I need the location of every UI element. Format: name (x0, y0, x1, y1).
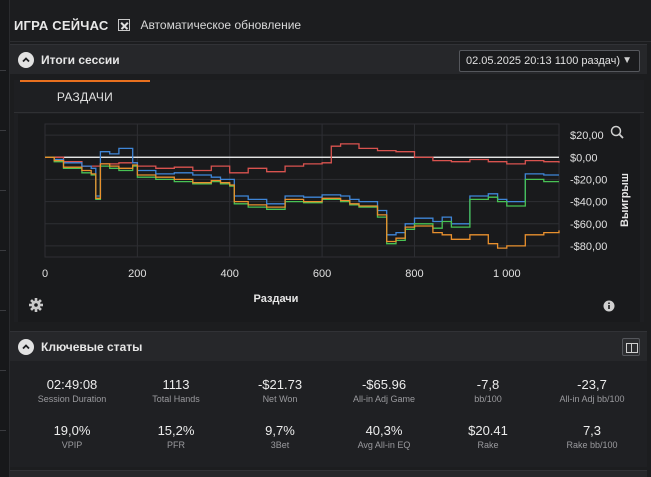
session-select[interactable]: 02.05.2025 20:13 1100 раздач) ▼ (459, 50, 640, 72)
stat-rake-bb-100: 7,3 Rake bb/100 (566, 423, 618, 450)
key-stats-panel: 02:49:08 Session Duration 1113 Total Han… (10, 361, 647, 467)
gear-icon[interactable] (29, 298, 43, 312)
collapse-stats-button[interactable] (18, 338, 34, 355)
info-icon[interactable] (603, 300, 615, 312)
stat-net-won: -$21.73 Net Won (257, 377, 303, 404)
stat-3bet: 9,7% 3Bet (265, 423, 295, 450)
session-results-header: Итоги сессии 02.05.2025 20:13 1100 разда… (10, 44, 647, 74)
chart-panel: РАЗДАЧИ $20,00 $0,00 -$20,00 -$40,00 -$60,00… (14, 80, 644, 322)
y-tick-label: $20,00 (570, 130, 604, 142)
tab-divider (14, 112, 644, 113)
session-results-title: Итоги сессии (41, 52, 120, 67)
tab-hands[interactable]: РАЗДАЧИ (20, 80, 150, 112)
winnings-chart[interactable]: $20,00$0,00-$20,00-$40,00-$60,00-$80,00 … (18, 114, 640, 322)
stat-allin-adj-bb-100: -23,7 All-in Adj bb/100 (559, 377, 625, 404)
chevron-down-icon: ▼ (622, 55, 632, 66)
key-stats-header: Ключевые статы (10, 331, 647, 361)
y-tick-label: -$40,00 (570, 197, 607, 209)
chart-area: $20,00 $0,00 -$20,00 -$40,00 -$60,00 -$80,00 … (18, 114, 640, 322)
stat-pfr: 15,2% PFR (157, 423, 195, 450)
y-tick-label: -$60,00 (570, 219, 607, 231)
stat-total-hands: 1113 Total Hands (152, 377, 200, 404)
y-tick-labels: $20,00 $0,00 -$20,00 -$40,00 -$60,00 -$80,00 (570, 130, 607, 253)
chart-series (45, 143, 560, 249)
series-line-2 (45, 147, 559, 236)
plot-frame (44, 123, 560, 258)
x-tick-label: 400 (221, 268, 239, 280)
chart-grid (44, 123, 560, 258)
y-axis-label: Выигрыш (619, 173, 631, 227)
x-axis-label: Раздачи (254, 293, 299, 305)
key-stats-title: Ключевые статы (41, 339, 143, 354)
collapse-session-button[interactable] (18, 51, 34, 68)
x-tick-label: 200 (128, 268, 146, 280)
stat-rake: $20.41 Rake (468, 423, 508, 450)
page-title: ИГРА СЕЙЧАС (14, 17, 109, 33)
layout-toggle-button[interactable] (622, 338, 640, 356)
stat-bb-100: -7,8 bb/100 (474, 377, 502, 404)
header-divider (10, 41, 651, 42)
stat-allin-adj-game: -$65.96 All-in Adj Game (352, 377, 416, 404)
left-edge-panel (0, 0, 10, 477)
stat-avg-allin-eq: 40,3% Avg All-in EQ (357, 423, 411, 450)
series-line-3 (45, 156, 559, 245)
x-tick-label: 0 (42, 268, 48, 280)
chevron-up-icon (22, 56, 30, 62)
stat-session-duration: 02:49:08 Session Duration (37, 377, 107, 404)
y-tick-label: $0,00 (570, 152, 598, 164)
x-tick-label: 1 000 (493, 268, 521, 280)
tab-hands-label: РАЗДАЧИ (56, 90, 114, 104)
x-tick-label: 800 (405, 268, 423, 280)
x-tick-label: 600 (313, 268, 331, 280)
zoom-icon[interactable] (610, 125, 624, 139)
next-section-header (10, 470, 647, 477)
auto-update-checkbox[interactable] (118, 19, 131, 31)
y-tick-label: -$20,00 (570, 174, 607, 186)
stat-vpip: 19,0% VPIP (53, 423, 91, 450)
top-bar: ИГРА СЕЙЧАС Автоматическое обновление (10, 8, 301, 42)
auto-update-label[interactable]: Автоматическое обновление (140, 18, 301, 32)
chevron-up-icon (22, 343, 30, 349)
session-select-value: 02.05.2025 20:13 1100 раздач) (466, 55, 621, 67)
x-tick-labels: 0 200 400 600 800 1 000 (42, 268, 521, 280)
y-tick-label: -$80,00 (570, 241, 607, 253)
